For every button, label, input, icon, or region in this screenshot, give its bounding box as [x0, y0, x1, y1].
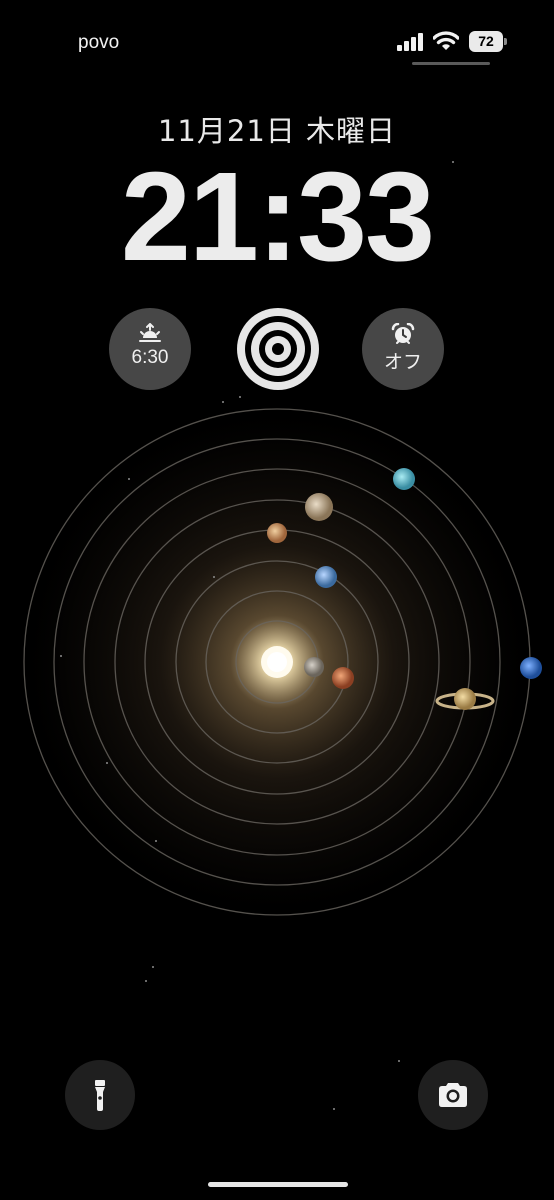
- star: [213, 576, 215, 578]
- sunrise-icon: [139, 323, 161, 342]
- star: [333, 1108, 335, 1110]
- flashlight-icon: [95, 1080, 105, 1111]
- cellular-signal-icon: [397, 33, 423, 51]
- star: [60, 655, 62, 657]
- carrier-name: povo: [78, 32, 120, 53]
- battery-level: 72: [469, 31, 503, 52]
- camera-button[interactable]: [418, 1060, 488, 1130]
- solar-system-wallpaper: [17, 402, 542, 922]
- planet-mercury: [304, 657, 324, 677]
- battery-indicator: 72: [469, 31, 509, 52]
- lock-screen-time: 21:33: [120, 146, 435, 287]
- star: [145, 980, 147, 982]
- planet-venus: [332, 667, 354, 689]
- star: [106, 762, 108, 764]
- battery-tip: [504, 38, 507, 45]
- star: [128, 478, 130, 480]
- lock-screen-date: 11月21日 木曜日: [157, 114, 397, 148]
- star: [222, 401, 224, 403]
- alarm-clock-icon: [391, 323, 415, 344]
- planet-uranus: [393, 468, 415, 490]
- star: [398, 1060, 400, 1062]
- control-center-grabber[interactable]: [412, 62, 490, 65]
- flashlight-button[interactable]: [65, 1060, 135, 1130]
- star: [155, 840, 157, 842]
- star: [452, 161, 454, 163]
- star: [239, 396, 241, 398]
- wifi-icon: [433, 31, 459, 50]
- planet-earth: [315, 566, 337, 588]
- activity-rings-icon[interactable]: [236, 307, 320, 391]
- sleep-widget[interactable]: 6:30: [109, 308, 191, 390]
- star: [152, 966, 154, 968]
- alarm-widget-status: オフ: [383, 352, 422, 373]
- planet-mars: [267, 523, 287, 543]
- planet-neptune: [520, 657, 542, 679]
- sleep-widget-time: 6:30: [131, 347, 169, 368]
- home-indicator[interactable]: [208, 1182, 348, 1187]
- alarm-widget[interactable]: オフ: [362, 308, 444, 390]
- planet-jupiter: [305, 493, 333, 521]
- camera-icon: [439, 1083, 467, 1107]
